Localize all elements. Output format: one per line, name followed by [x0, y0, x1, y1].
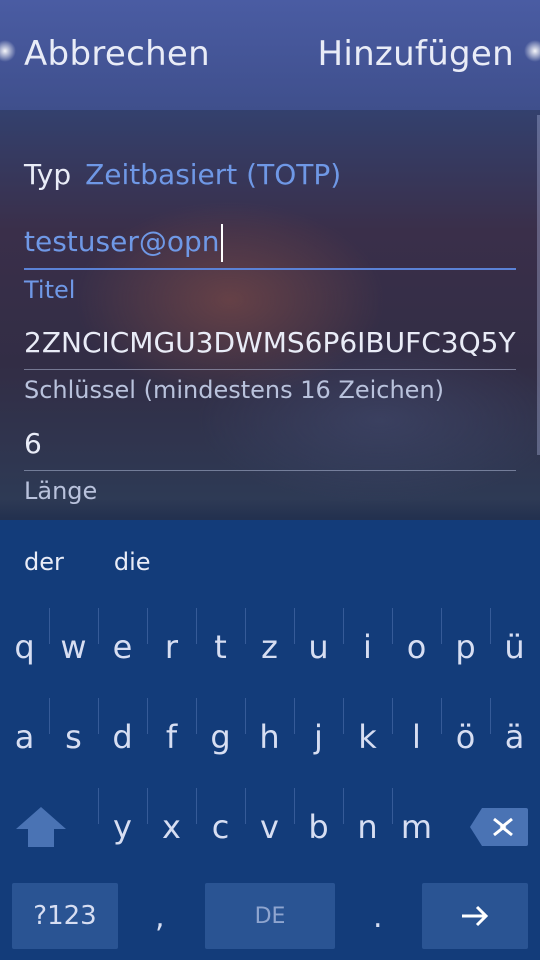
key-comma[interactable]: ,	[155, 900, 165, 935]
virtual-keyboard: der die q w e r t z u i o p ü a s d f g …	[0, 520, 540, 960]
key-d[interactable]: d	[98, 692, 147, 782]
key-p[interactable]: p	[441, 602, 490, 692]
glow-right-decoration	[524, 40, 540, 62]
key-e[interactable]: e	[98, 602, 147, 692]
key-z[interactable]: z	[245, 602, 294, 692]
symbols-key[interactable]: ?123	[12, 883, 118, 949]
key-s[interactable]: s	[49, 692, 98, 782]
key-b[interactable]: b	[294, 782, 343, 872]
title-input-text: testuser@opn	[24, 225, 220, 258]
key-label: Schlüssel (mindestens 16 Zeichen)	[24, 376, 445, 404]
key-x[interactable]: x	[147, 782, 196, 872]
length-field[interactable]: 6 Länge	[24, 424, 516, 505]
key-f[interactable]: f	[147, 692, 196, 782]
key-field[interactable]: 2ZNCICMGU3DWMS6P6IBUFC3Q5YDSI Schlüssel …	[24, 323, 516, 404]
key-u[interactable]: u	[294, 602, 343, 692]
keyboard-row-2: a s d f g h j k l ö ä	[0, 692, 540, 782]
space-key[interactable]: DE	[205, 883, 335, 949]
key-w[interactable]: w	[49, 602, 98, 692]
title-underline	[24, 268, 516, 270]
key-oe[interactable]: ö	[441, 692, 490, 782]
key-period[interactable]: .	[373, 900, 383, 935]
type-label: Typ	[24, 158, 72, 191]
type-selector[interactable]: Typ Zeitbasiert (TOTP)	[24, 158, 341, 191]
key-input[interactable]: 2ZNCICMGU3DWMS6P6IBUFC3Q5YDSI	[24, 323, 516, 363]
keyboard-row-3: y x c v b n m	[0, 782, 540, 872]
page-header: Abbrechen Hinzufügen	[0, 0, 540, 110]
title-field[interactable]: testuser@opn Titel	[24, 222, 516, 304]
key-l[interactable]: l	[392, 692, 441, 782]
add-button[interactable]: Hinzufügen	[317, 34, 514, 74]
keyboard-row-1: q w e r t z u i o p ü	[0, 602, 540, 692]
key-ae[interactable]: ä	[490, 692, 539, 782]
type-value[interactable]: Zeitbasiert (TOTP)	[85, 158, 341, 191]
key-k[interactable]: k	[343, 692, 392, 782]
length-label: Länge	[24, 477, 98, 505]
shift-icon[interactable]	[14, 805, 68, 849]
key-a[interactable]: a	[0, 692, 49, 782]
suggestion-item[interactable]: die	[114, 548, 151, 576]
enter-key[interactable]	[422, 883, 528, 949]
text-caret	[220, 224, 223, 262]
key-underline	[24, 369, 516, 370]
arrow-right-icon	[462, 905, 489, 927]
glow-left-decoration	[0, 40, 16, 62]
backspace-icon[interactable]	[468, 806, 530, 848]
key-ue[interactable]: ü	[490, 602, 539, 692]
key-v[interactable]: v	[245, 782, 294, 872]
cancel-button[interactable]: Abbrechen	[24, 34, 210, 74]
key-n[interactable]: n	[343, 782, 392, 872]
key-y[interactable]: y	[98, 782, 147, 872]
key-t[interactable]: t	[196, 602, 245, 692]
key-o[interactable]: o	[392, 602, 441, 692]
length-underline	[24, 470, 516, 471]
key-h[interactable]: h	[245, 692, 294, 782]
suggestion-item[interactable]: der	[24, 548, 64, 576]
key-m[interactable]: m	[392, 782, 441, 872]
key-g[interactable]: g	[196, 692, 245, 782]
key-j[interactable]: j	[294, 692, 343, 782]
key-c[interactable]: c	[196, 782, 245, 872]
key-q[interactable]: q	[0, 602, 49, 692]
key-i[interactable]: i	[343, 602, 392, 692]
key-r[interactable]: r	[147, 602, 196, 692]
length-input[interactable]: 6	[24, 424, 516, 464]
title-label: Titel	[24, 276, 76, 304]
suggestion-bar: der die	[24, 548, 151, 576]
title-input[interactable]: testuser@opn	[24, 222, 516, 262]
